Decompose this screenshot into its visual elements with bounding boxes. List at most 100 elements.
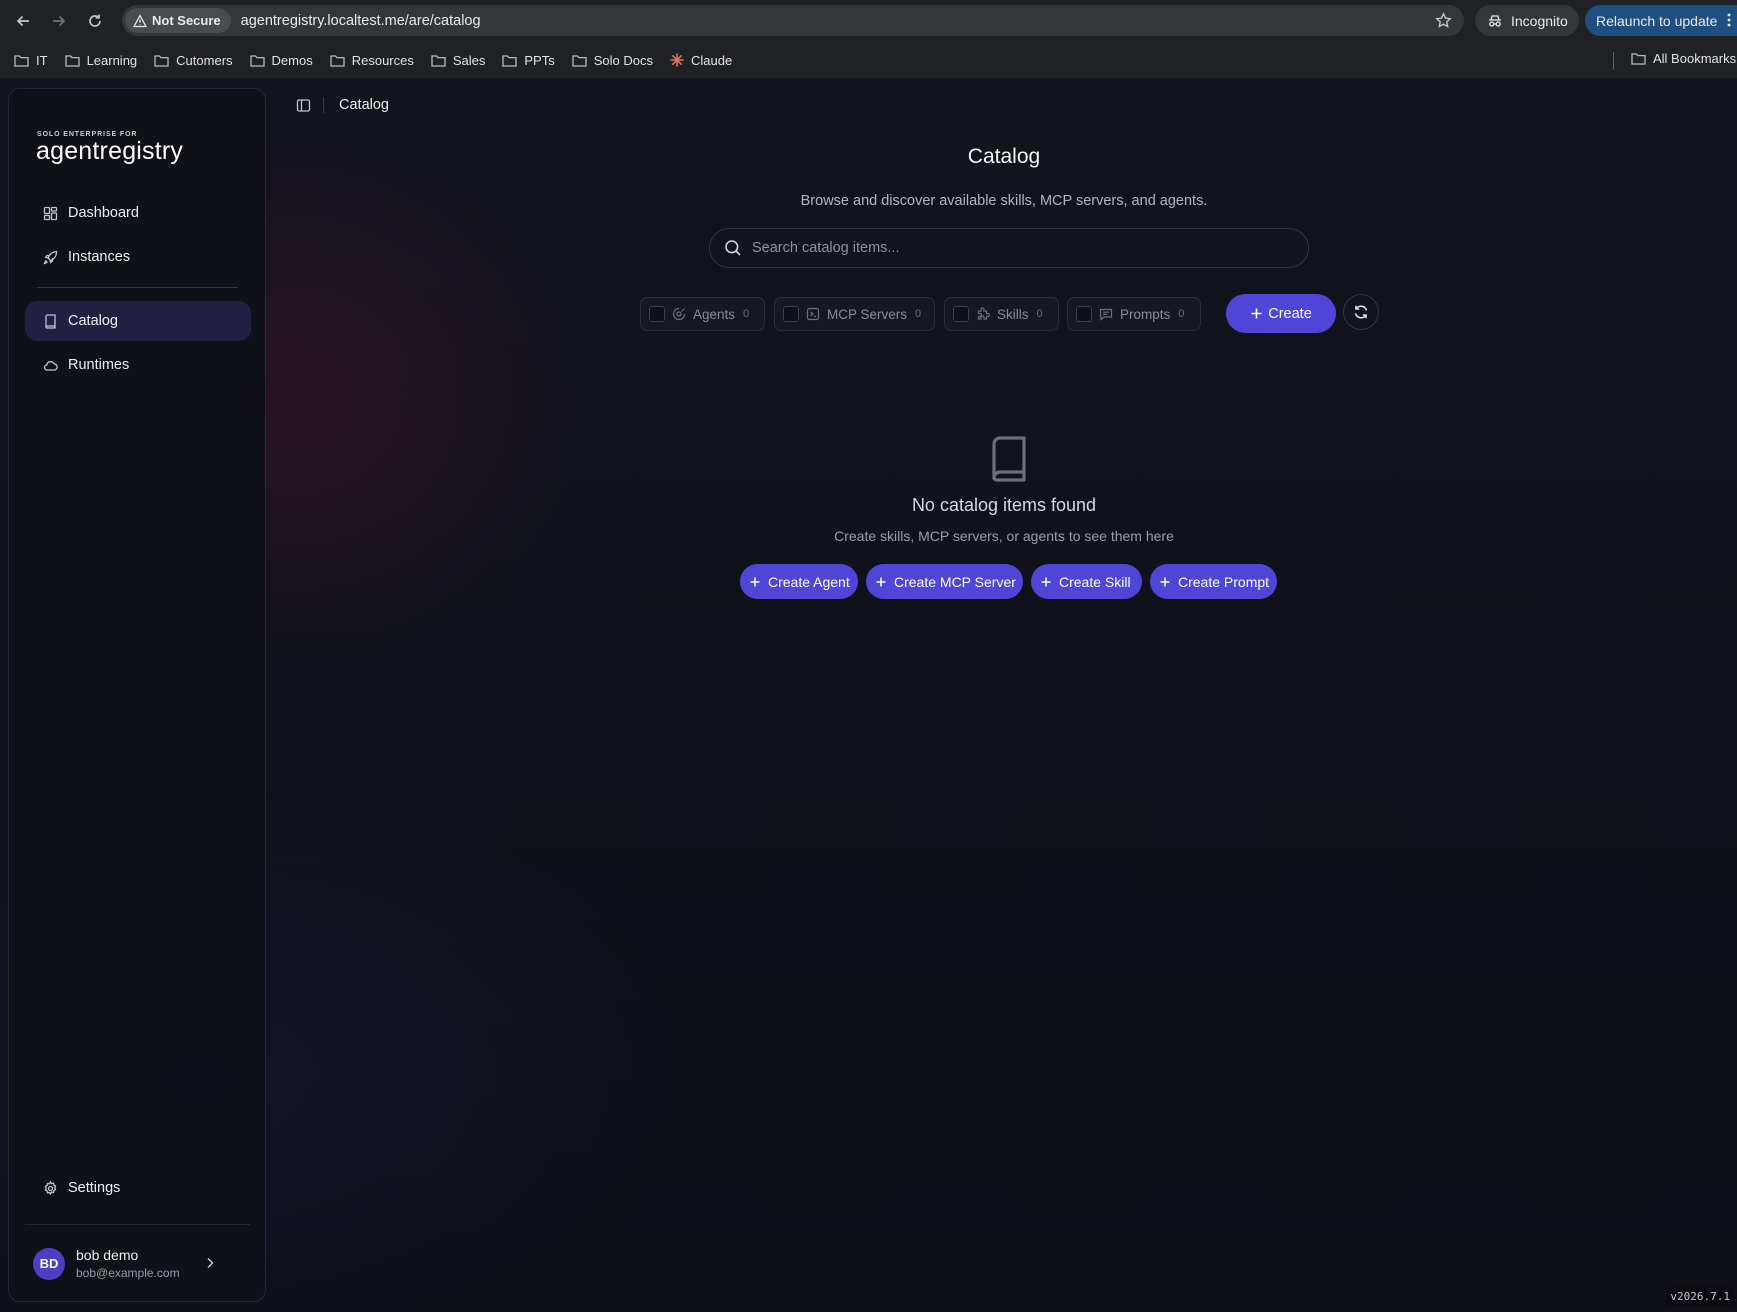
rocket-icon <box>43 250 58 264</box>
bookmark-folder-demos[interactable]: Demos <box>249 52 313 68</box>
bookmark-folder-sales[interactable]: Sales <box>431 52 486 68</box>
bookmark-folder-it[interactable]: IT <box>14 53 48 68</box>
filter-count: 0 <box>1036 308 1043 320</box>
forward-button[interactable] <box>46 8 72 34</box>
user-menu[interactable]: BD bob demo bob@example.com <box>33 1247 214 1280</box>
sidebar-item-label: Settings <box>68 1180 121 1196</box>
bookmark-star-button[interactable] <box>1435 12 1452 29</box>
folder-icon <box>64 54 80 67</box>
bookmark-label: Solo Docs <box>593 52 653 68</box>
bookmark-claude[interactable]: Claude <box>670 53 732 68</box>
warning-icon <box>133 13 147 27</box>
bookmark-label: Resources <box>351 52 414 68</box>
reload-button[interactable] <box>82 8 108 34</box>
server-icon <box>806 307 820 321</box>
plus-icon <box>750 577 760 586</box>
back-button[interactable] <box>10 8 36 34</box>
empty-state-title: No catalog items found <box>911 495 1097 515</box>
all-bookmarks-label: All Bookmarks <box>1653 51 1737 66</box>
dashboard-icon <box>43 206 58 220</box>
sidebar-item-label: Dashboard <box>68 205 139 221</box>
filter-agents[interactable]: Agents 0 <box>640 297 765 331</box>
all-bookmarks-button[interactable]: All Bookmarks <box>1631 51 1736 66</box>
filter-prompts[interactable]: Prompts 0 <box>1067 297 1201 331</box>
bookmark-folder-cutomers[interactable]: Cutomers <box>154 52 233 68</box>
folder-icon <box>330 54 345 67</box>
bookmark-folder-learning[interactable]: Learning <box>64 52 138 68</box>
empty-state-book-icon <box>990 436 1028 482</box>
bookmark-label: Demos <box>271 52 313 68</box>
security-label: Not Secure <box>152 13 221 28</box>
folder-icon <box>1631 53 1646 65</box>
relaunch-button[interactable]: Relaunch to update <box>1585 5 1737 36</box>
bookmark-label: IT <box>36 52 48 68</box>
bookmark-folder-solo-docs[interactable]: Solo Docs <box>572 53 653 68</box>
bookmarks-divider <box>1613 52 1614 70</box>
folder-icon <box>431 54 446 67</box>
filter-label: MCP Servers <box>827 306 908 322</box>
filter-label: Skills <box>997 306 1029 322</box>
folder-icon <box>14 54 29 67</box>
avatar: BD <box>33 1247 65 1280</box>
sidebar-footer-divider <box>25 1224 250 1225</box>
create-prompt-button[interactable]: Create Prompt <box>1150 564 1277 599</box>
url-text[interactable]: agentregistry.localtest.me/are/catalog <box>241 13 481 29</box>
filter-count: 0 <box>743 308 750 320</box>
sidebar: SOLO ENTERPRISE FOR agentregistry Dashbo… <box>8 88 266 1302</box>
sidebar-item-runtimes[interactable]: Runtimes <box>25 345 251 385</box>
filter-count: 0 <box>1178 308 1185 320</box>
user-email: bob@example.com <box>76 1266 180 1280</box>
filter-count: 0 <box>915 308 922 320</box>
filter-mcp-servers[interactable]: MCP Servers 0 <box>774 297 935 331</box>
star-icon <box>1435 12 1452 28</box>
filter-skills[interactable]: Skills 0 <box>944 297 1059 331</box>
sidebar-item-settings[interactable]: Settings <box>25 1168 251 1208</box>
bookmark-label: Cutomers <box>176 52 233 68</box>
agent-icon <box>672 307 686 321</box>
search-input[interactable] <box>752 240 1272 256</box>
cta-label: Create MCP Server <box>894 573 1016 590</box>
empty-state-subtitle: Create skills, MCP servers, or agents to… <box>834 528 1174 544</box>
folder-icon <box>572 54 587 67</box>
filter-checkbox[interactable] <box>953 306 969 322</box>
app-viewport: SOLO ENTERPRISE FOR agentregistry Dashbo… <box>0 78 1737 1312</box>
sidebar-item-instances[interactable]: Instances <box>25 237 251 277</box>
security-chip[interactable]: Not Secure <box>125 8 231 33</box>
filter-checkbox[interactable] <box>649 306 665 322</box>
message-icon <box>1099 308 1113 321</box>
cloud-icon <box>43 360 58 371</box>
bookmark-label: Sales <box>452 52 486 68</box>
version-badge: v2026.7.1 <box>1666 1287 1734 1306</box>
create-skill-button[interactable]: Create Skill <box>1031 564 1142 599</box>
page-title: Catalog <box>967 145 1041 168</box>
refresh-icon <box>1354 305 1368 319</box>
sidebar-item-label: Runtimes <box>68 357 130 373</box>
book-icon <box>45 313 56 329</box>
filter-checkbox[interactable] <box>1076 306 1092 322</box>
create-agent-button[interactable]: Create Agent <box>740 564 858 599</box>
sidebar-item-catalog[interactable]: Catalog <box>25 301 251 341</box>
refresh-button[interactable] <box>1343 294 1379 330</box>
incognito-label: Incognito <box>1511 12 1568 29</box>
chevron-right-icon <box>207 1257 214 1269</box>
arrow-left-icon <box>16 15 29 27</box>
bookmark-folder-resources[interactable]: Resources <box>330 53 414 68</box>
sidebar-item-dashboard[interactable]: Dashboard <box>25 193 251 233</box>
create-button[interactable]: Create <box>1226 294 1336 333</box>
create-mcp-server-button[interactable]: Create MCP Server <box>866 564 1023 599</box>
address-bar[interactable]: Not Secure agentregistry.localtest.me/ar… <box>122 5 1464 36</box>
search-box[interactable] <box>709 228 1309 268</box>
brand-logo[interactable]: agentregistry <box>36 137 183 166</box>
incognito-chip[interactable]: Incognito <box>1475 5 1579 36</box>
bookmark-label: Learning <box>86 52 138 68</box>
user-name: bob demo <box>76 1247 139 1263</box>
cta-label: Create Agent <box>768 573 850 590</box>
sidebar-toggle-button[interactable] <box>296 98 311 113</box>
folder-icon <box>154 54 169 67</box>
bookmark-folder-ppts[interactable]: PPTs <box>502 53 555 68</box>
breadcrumb: Catalog <box>339 97 389 113</box>
sidebar-item-label: Instances <box>68 249 131 265</box>
filter-checkbox[interactable] <box>783 306 799 322</box>
browser-toolbar: Not Secure agentregistry.localtest.me/ar… <box>0 0 1737 42</box>
sidebar-item-label: Catalog <box>68 313 118 329</box>
